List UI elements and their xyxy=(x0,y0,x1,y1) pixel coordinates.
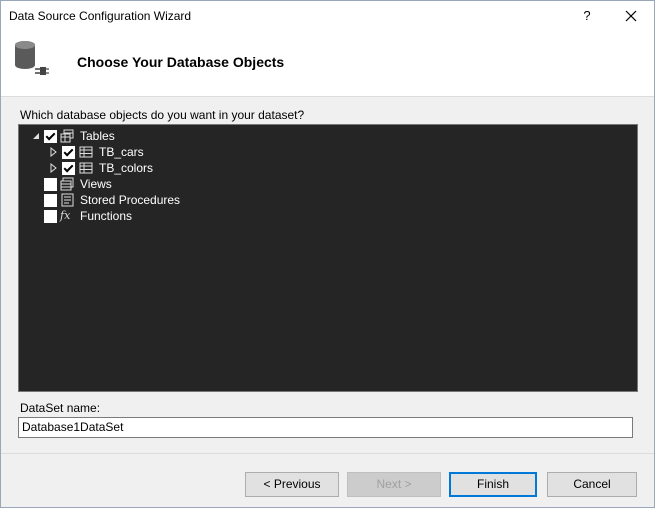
tree-node-tb-cars[interactable]: TB_cars xyxy=(49,144,249,160)
page-title: Choose Your Database Objects xyxy=(77,54,285,70)
next-button[interactable]: Next > xyxy=(347,472,441,497)
dataset-name-input[interactable] xyxy=(18,417,633,438)
stored-procedures-label: Stored Procedures xyxy=(80,193,181,207)
views-label: Views xyxy=(80,177,112,191)
finish-button[interactable]: Finish xyxy=(449,472,537,497)
function-icon: fx xyxy=(60,209,71,222)
views-checkbox[interactable] xyxy=(44,178,57,191)
tb-cars-checkbox[interactable] xyxy=(62,146,75,159)
tables-checkbox[interactable] xyxy=(44,130,57,143)
previous-button[interactable]: < Previous xyxy=(245,472,339,497)
wizard-header: Choose Your Database Objects xyxy=(1,31,654,97)
tree-node-functions[interactable]: fx Functions xyxy=(31,208,231,224)
objects-question-label: Which database objects do you want in yo… xyxy=(20,108,305,122)
close-icon xyxy=(625,10,637,22)
tb-cars-label: TB_cars xyxy=(99,145,144,159)
tree-node-tables[interactable]: Tables xyxy=(31,128,231,144)
stored-procedures-icon xyxy=(61,193,74,207)
footer-divider xyxy=(1,453,654,454)
help-button[interactable]: ? xyxy=(567,5,607,27)
help-icon: ? xyxy=(583,8,591,23)
wizard-window: Data Source Configuration Wizard ? Choos… xyxy=(0,0,655,508)
collapsed-arrow-icon[interactable] xyxy=(49,147,59,157)
functions-checkbox[interactable] xyxy=(44,210,57,223)
functions-label: Functions xyxy=(80,209,133,223)
expanded-arrow-icon[interactable] xyxy=(31,131,41,141)
views-icon xyxy=(60,177,74,191)
dataset-name-label: DataSet name: xyxy=(20,401,101,415)
collapsed-arrow-icon[interactable] xyxy=(49,163,59,173)
title-bar: Data Source Configuration Wizard ? xyxy=(1,1,654,31)
table-icon xyxy=(79,146,93,158)
tb-colors-checkbox[interactable] xyxy=(62,162,75,175)
close-button[interactable] xyxy=(611,5,651,27)
window-title: Data Source Configuration Wizard xyxy=(9,9,192,23)
tree-node-stored-procedures[interactable]: Stored Procedures xyxy=(31,192,251,208)
tables-label: Tables xyxy=(80,129,115,143)
stored-procedures-checkbox[interactable] xyxy=(44,194,57,207)
tables-folder-icon xyxy=(60,129,74,143)
database-objects-tree[interactable]: Tables TB_cars TB_colors Views Stored Pr… xyxy=(18,124,638,392)
cancel-button[interactable]: Cancel xyxy=(547,472,637,497)
tb-colors-label: TB_colors xyxy=(99,161,154,175)
tree-node-views[interactable]: Views xyxy=(31,176,231,192)
table-icon xyxy=(79,162,93,174)
tree-node-tb-colors[interactable]: TB_colors xyxy=(49,160,249,176)
database-connection-icon xyxy=(15,41,49,75)
